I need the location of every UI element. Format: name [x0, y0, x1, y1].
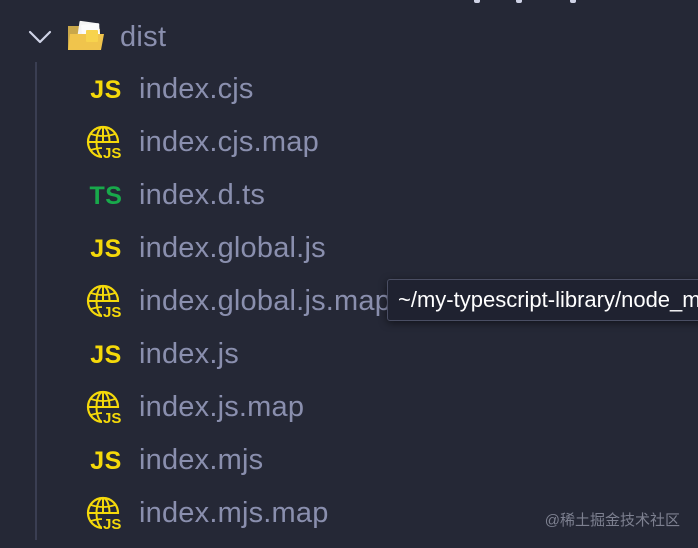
folder-open-icon [68, 20, 104, 50]
file-label: index.cjs.map [139, 126, 319, 158]
svg-text:JS: JS [103, 145, 121, 161]
path-tooltip: ~/my-typescript-library/node_modules/my-… [387, 279, 698, 321]
file-label: index.cjs [139, 73, 254, 105]
javascript-file-icon: JS [90, 446, 122, 475]
file-row-index-js[interactable]: JS index.js [0, 328, 698, 381]
file-row-index-cjs[interactable]: JS index.cjs [0, 63, 698, 116]
folder-row-dist[interactable]: dist [0, 14, 698, 60]
sourcemap-file-icon: JS [86, 390, 126, 426]
svg-text:JS: JS [103, 304, 121, 320]
sourcemap-file-icon: JS [86, 496, 126, 532]
file-row-index-js-map[interactable]: JS index.js.map [0, 381, 698, 434]
sourcemap-file-icon: JS [86, 284, 126, 320]
file-label: index.js [139, 338, 239, 370]
chevron-down-icon[interactable] [28, 27, 52, 47]
scrolled-row-remnant [470, 0, 590, 4]
javascript-file-icon: JS [90, 340, 122, 369]
file-label: index.d.ts [139, 179, 266, 211]
javascript-file-icon: JS [90, 75, 122, 104]
folder-label: dist [120, 21, 167, 53]
sourcemap-file-icon: JS [86, 125, 126, 161]
file-label: index.global.js.map [139, 285, 392, 317]
svg-text:JS: JS [103, 410, 121, 426]
file-row-index-mjs[interactable]: JS index.mjs [0, 434, 698, 487]
file-label: index.mjs [139, 444, 264, 476]
file-label: index.mjs.map [139, 497, 329, 529]
svg-text:JS: JS [103, 516, 121, 532]
typescript-file-icon: TS [89, 181, 123, 210]
file-label: index.global.js [139, 232, 326, 264]
tooltip-text: ~/my-typescript-library/node_modules/my-… [398, 287, 698, 312]
file-row-index-d-ts[interactable]: TS index.d.ts [0, 169, 698, 222]
javascript-file-icon: JS [90, 234, 122, 263]
watermark: @稀土掘金技术社区 [544, 512, 680, 529]
file-row-index-global-js[interactable]: JS index.global.js [0, 222, 698, 275]
file-label: index.js.map [139, 391, 305, 423]
file-row-index-cjs-map[interactable]: JS index.cjs.map [0, 116, 698, 169]
